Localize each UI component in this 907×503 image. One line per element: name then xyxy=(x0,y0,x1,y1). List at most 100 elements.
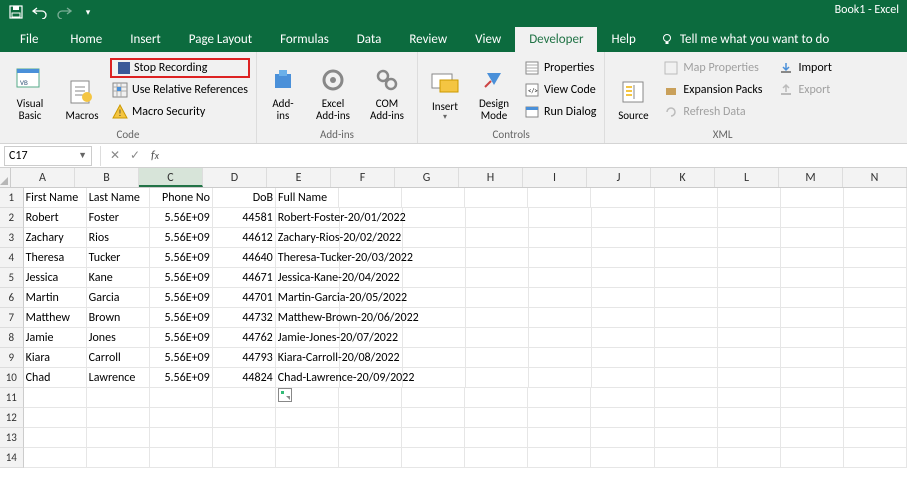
cell-G5[interactable] xyxy=(403,268,466,288)
cell-D5[interactable]: 44671 xyxy=(213,268,276,288)
cell-B14[interactable] xyxy=(87,448,150,468)
import-button[interactable]: Import xyxy=(776,58,833,78)
cell-K3[interactable] xyxy=(655,228,718,248)
cell-G6[interactable] xyxy=(403,288,466,308)
cell-A5[interactable]: Jessica xyxy=(24,268,87,288)
cell-J14[interactable] xyxy=(591,448,654,468)
cell-N11[interactable] xyxy=(844,388,907,408)
cell-I12[interactable] xyxy=(528,408,591,428)
cell-E6[interactable]: Martin-Garcia-20/05/2022 xyxy=(276,288,340,308)
macro-security-button[interactable]: ! Macro Security xyxy=(110,102,250,122)
cell-F11[interactable] xyxy=(339,388,402,408)
tab-review[interactable]: Review xyxy=(395,27,461,52)
cell-H11[interactable] xyxy=(465,388,528,408)
cell-N7[interactable] xyxy=(844,308,907,328)
cell-D10[interactable]: 44824 xyxy=(213,368,276,388)
name-box[interactable]: C17 ▼ xyxy=(4,146,92,166)
cell-C6[interactable]: 5.56E+09 xyxy=(150,288,213,308)
cell-M7[interactable] xyxy=(781,308,844,328)
row-header-2[interactable]: 2 xyxy=(0,208,24,228)
tab-formulas[interactable]: Formulas xyxy=(266,27,343,52)
cell-D9[interactable]: 44793 xyxy=(213,348,276,368)
cell-M10[interactable] xyxy=(781,368,844,388)
cell-C10[interactable]: 5.56E+09 xyxy=(150,368,213,388)
cell-E1[interactable]: Full Name xyxy=(276,188,339,208)
cell-E7[interactable]: Matthew-Brown-20/06/2022 xyxy=(276,308,340,328)
row-header-4[interactable]: 4 xyxy=(0,248,24,268)
cell-M5[interactable] xyxy=(781,268,844,288)
insert-function-button[interactable]: fx xyxy=(145,146,165,166)
cell-G14[interactable] xyxy=(402,448,465,468)
cell-M4[interactable] xyxy=(781,248,844,268)
cell-N8[interactable] xyxy=(844,328,907,348)
design-mode-button[interactable]: Design Mode xyxy=(472,56,516,122)
cell-N3[interactable] xyxy=(844,228,907,248)
cell-K8[interactable] xyxy=(655,328,718,348)
cell-K12[interactable] xyxy=(655,408,718,428)
cell-J9[interactable] xyxy=(592,348,655,368)
cell-G8[interactable] xyxy=(403,328,466,348)
cell-B8[interactable]: Jones xyxy=(87,328,150,348)
cell-N14[interactable] xyxy=(844,448,907,468)
cell-J13[interactable] xyxy=(591,428,654,448)
cell-E4[interactable]: Theresa-Tucker-20/03/2022 xyxy=(276,248,340,268)
tab-file[interactable]: File xyxy=(10,27,56,52)
tell-me-search[interactable]: Tell me what you want to do xyxy=(650,27,839,52)
stop-recording-button[interactable]: Stop Recording xyxy=(110,58,250,78)
row-header-5[interactable]: 5 xyxy=(0,268,24,288)
cell-C7[interactable]: 5.56E+09 xyxy=(150,308,213,328)
cell-C3[interactable]: 5.56E+09 xyxy=(150,228,213,248)
cell-B13[interactable] xyxy=(87,428,150,448)
cell-H12[interactable] xyxy=(465,408,528,428)
cell-M14[interactable] xyxy=(781,448,844,468)
cell-B4[interactable]: Tucker xyxy=(87,248,150,268)
tab-developer[interactable]: Developer xyxy=(515,27,597,52)
row-header-14[interactable]: 14 xyxy=(0,448,24,468)
cell-I7[interactable] xyxy=(529,308,592,328)
cell-B7[interactable]: Brown xyxy=(87,308,150,328)
cell-J2[interactable] xyxy=(592,208,655,228)
cell-K4[interactable] xyxy=(655,248,718,268)
row-header-3[interactable]: 3 xyxy=(0,228,24,248)
cell-I8[interactable] xyxy=(529,328,592,348)
cell-M12[interactable] xyxy=(781,408,844,428)
cell-M8[interactable] xyxy=(781,328,844,348)
cell-N5[interactable] xyxy=(844,268,907,288)
cell-E14[interactable] xyxy=(276,448,339,468)
cell-F13[interactable] xyxy=(339,428,402,448)
run-dialog-button[interactable]: Run Dialog xyxy=(522,102,598,122)
cell-B9[interactable]: Carroll xyxy=(87,348,150,368)
cell-C2[interactable]: 5.56E+09 xyxy=(150,208,213,228)
row-header-1[interactable]: 1 xyxy=(0,188,24,208)
cell-K1[interactable] xyxy=(655,188,718,208)
cell-A12[interactable] xyxy=(24,408,87,428)
expansion-packs-button[interactable]: Expansion Packs xyxy=(661,80,764,100)
tab-home[interactable]: Home xyxy=(56,27,116,52)
column-header-L[interactable]: L xyxy=(715,168,779,187)
column-header-N[interactable]: N xyxy=(843,168,907,187)
cell-D6[interactable]: 44701 xyxy=(213,288,276,308)
cell-I13[interactable] xyxy=(528,428,591,448)
excel-addins-button[interactable]: Excel Add-ins xyxy=(309,56,357,122)
autofill-options-icon[interactable] xyxy=(278,388,292,402)
column-header-I[interactable]: I xyxy=(523,168,587,187)
cell-C14[interactable] xyxy=(150,448,213,468)
cell-H4[interactable] xyxy=(466,248,529,268)
column-header-K[interactable]: K xyxy=(651,168,715,187)
redo-icon[interactable] xyxy=(56,4,72,20)
row-header-8[interactable]: 8 xyxy=(0,328,24,348)
cell-L9[interactable] xyxy=(718,348,781,368)
cell-K10[interactable] xyxy=(655,368,718,388)
cell-A13[interactable] xyxy=(24,428,87,448)
cell-H6[interactable] xyxy=(466,288,529,308)
com-addins-button[interactable]: COM Add-ins xyxy=(363,56,411,122)
cell-H1[interactable] xyxy=(465,188,528,208)
cell-A14[interactable] xyxy=(24,448,87,468)
cell-C4[interactable]: 5.56E+09 xyxy=(150,248,213,268)
source-button[interactable]: Source xyxy=(611,56,655,122)
cell-I5[interactable] xyxy=(529,268,592,288)
cell-N9[interactable] xyxy=(844,348,907,368)
cell-L13[interactable] xyxy=(718,428,781,448)
qat-customize-icon[interactable]: ▾ xyxy=(80,4,96,20)
macros-button[interactable]: Macros xyxy=(60,56,104,122)
